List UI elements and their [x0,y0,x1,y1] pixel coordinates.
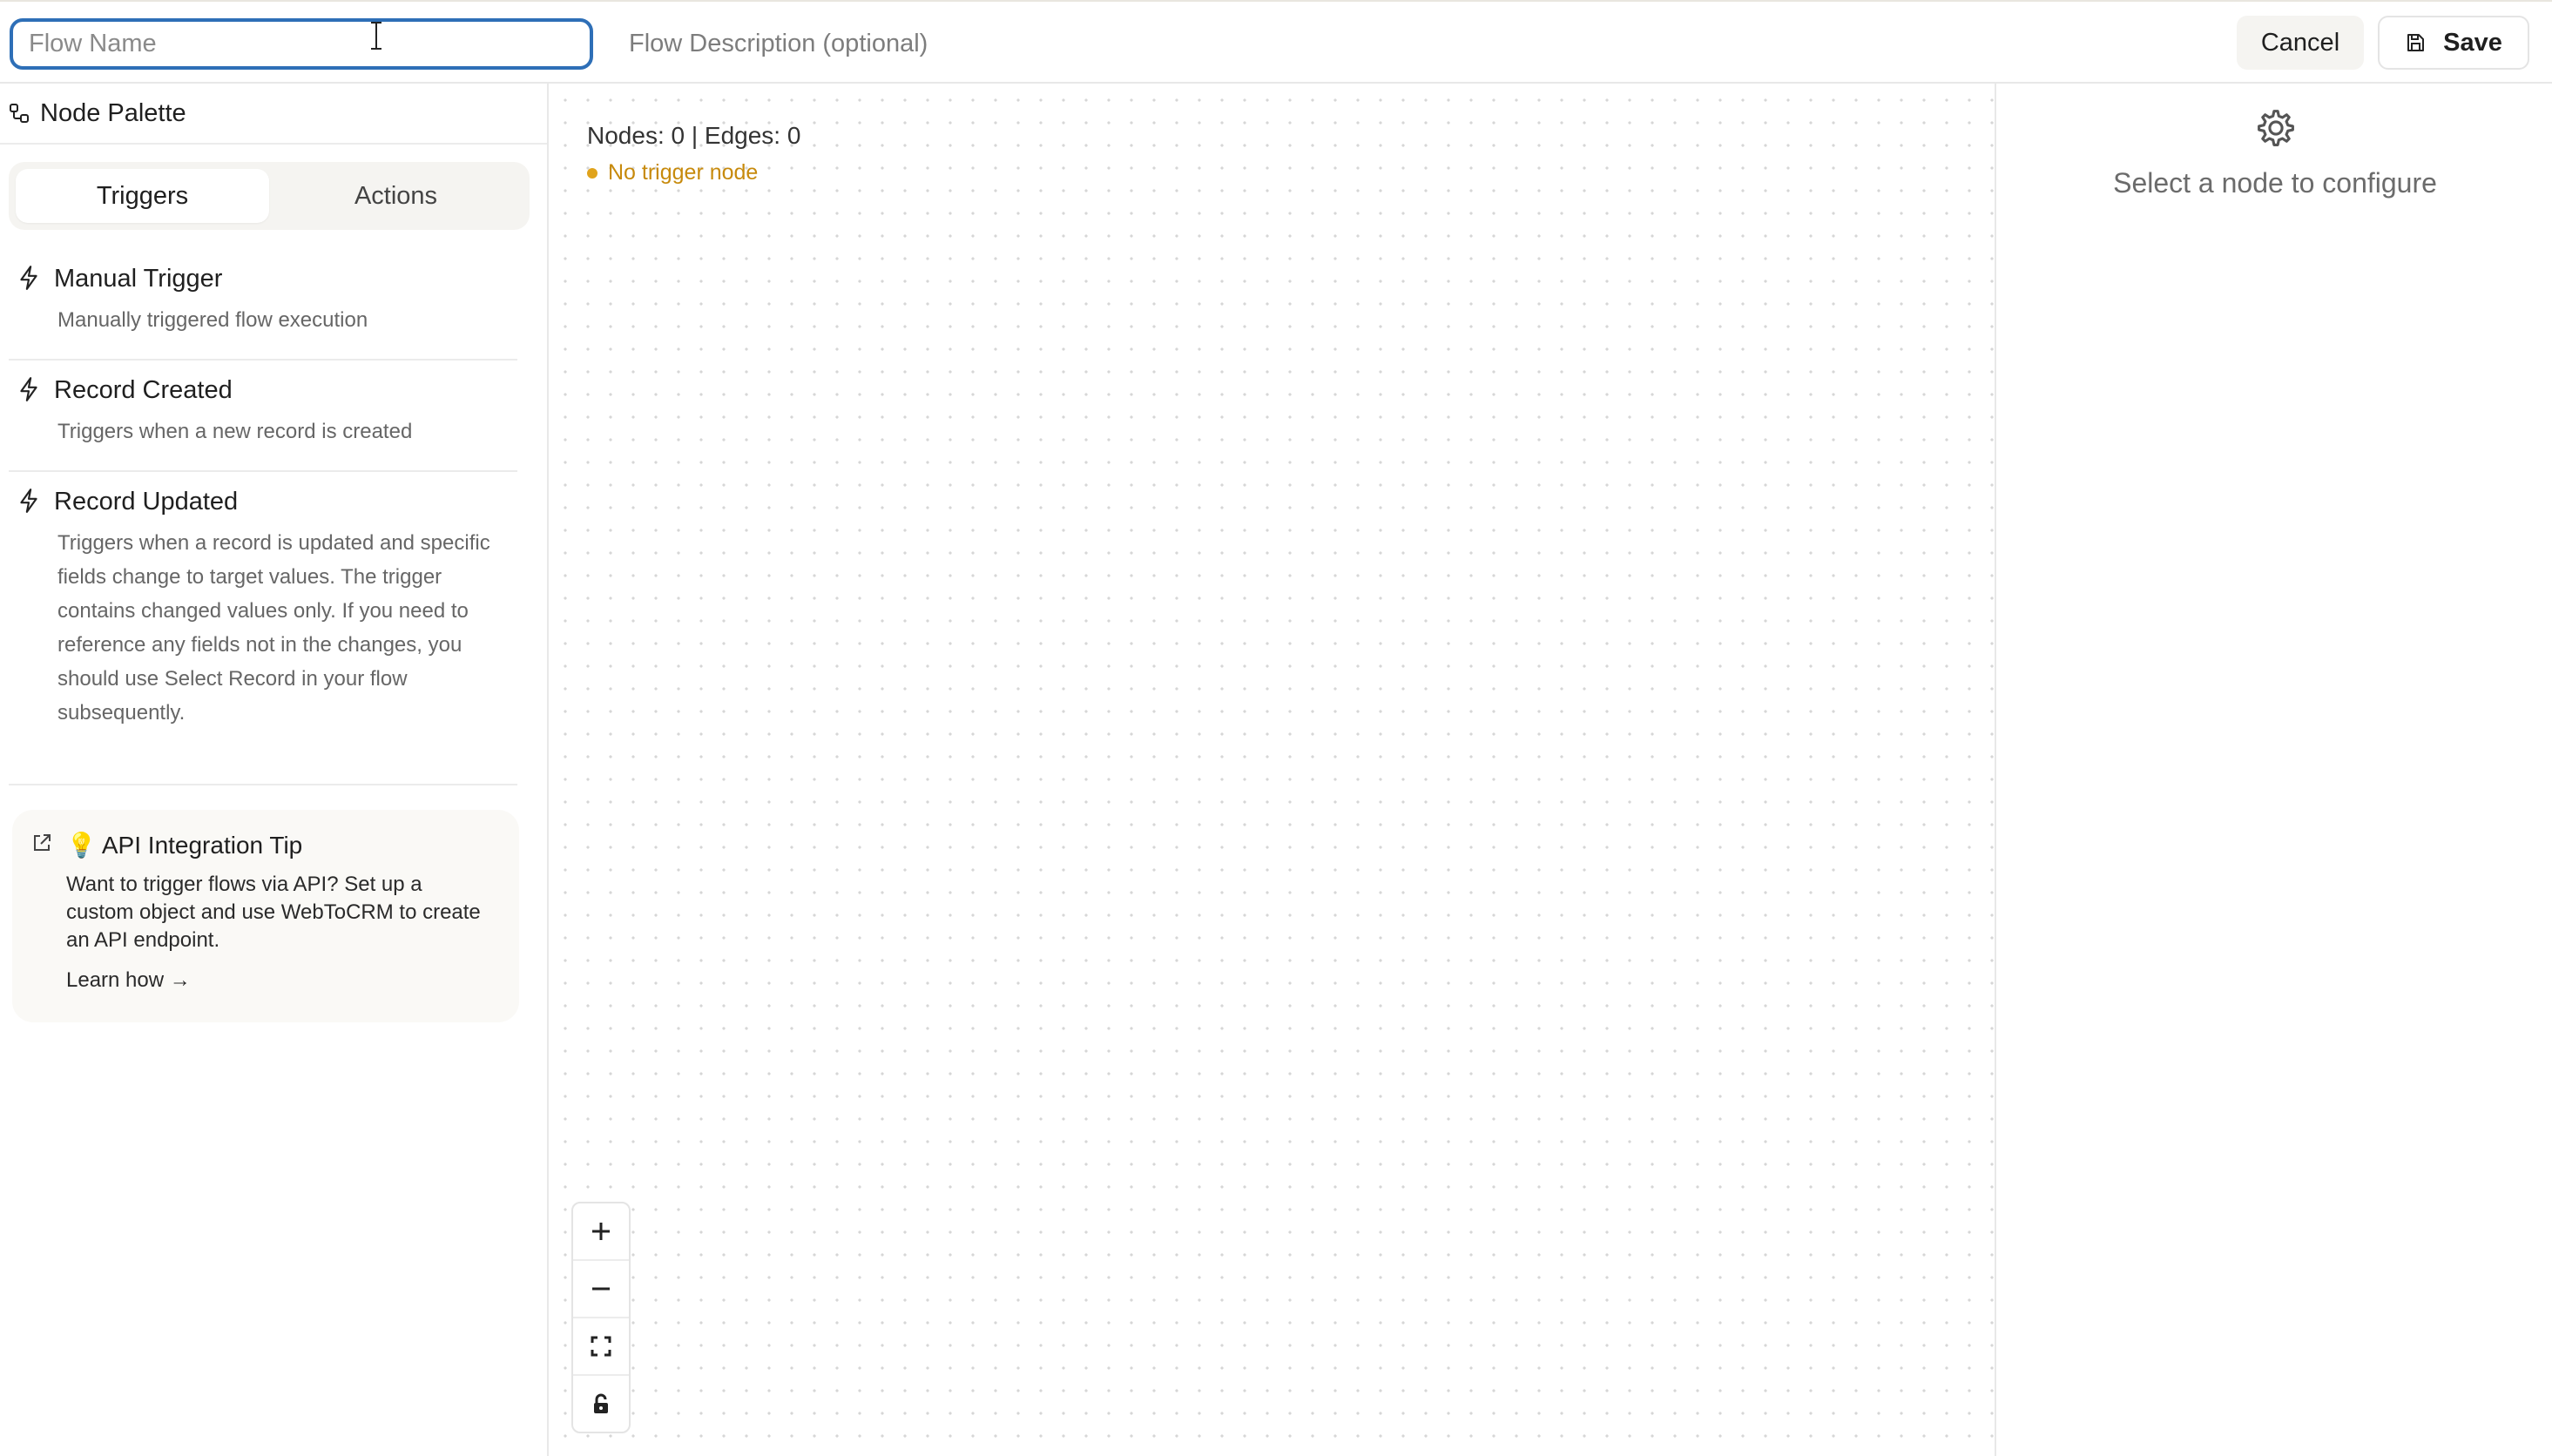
text-cursor-icon [371,22,381,50]
palette-tabs: Triggers Actions [9,162,530,230]
palette-item-record-updated[interactable]: Record Updated Triggers when a record is… [17,486,517,730]
zoom-controls [571,1202,631,1433]
minus-icon [592,1287,610,1291]
node-edge-count: Nodes: 0 | Edges: 0 [587,122,801,149]
node-config-panel: Select a node to configure [1995,84,2552,1456]
palette-item-record-created[interactable]: Record Created Triggers when a new recor… [17,374,517,448]
lock-icon [594,1393,608,1413]
flow-name-input[interactable] [10,18,593,70]
tab-triggers[interactable]: Triggers [16,169,269,223]
canvas-stats: Nodes: 0 | Edges: 0 No trigger node [587,122,800,185]
palette-item-description: Triggers when a new record is created [57,420,413,443]
top-bar: Cancel Save [0,0,2552,84]
divider [0,143,547,145]
palette-header: Node Palette [9,96,186,131]
trigger-warning-text: No trigger node [608,160,759,185]
palette-item-title: Record Created [54,376,233,404]
external-link-icon[interactable] [31,832,52,853]
fit-view-icon [591,1336,611,1357]
lightning-icon [20,377,37,401]
warning-dot-icon [587,167,597,179]
lightning-icon [20,266,37,290]
plus-icon [592,1223,610,1240]
palette-title: Node Palette [40,98,186,127]
palette-item-description: Manually triggered flow execution [57,308,368,332]
gear-icon [2258,110,2294,146]
palette-item-title: Record Updated [54,488,239,516]
fit-view-button[interactable] [573,1318,629,1376]
palette-item-title: Manual Trigger [54,265,223,293]
save-icon [2407,34,2425,51]
divider [9,784,517,785]
learn-how-link[interactable]: Learn how → [66,968,191,993]
lightbulb-icon: 💡 [66,832,97,859]
palette-item-description: Triggers when a record is updated and sp… [57,531,490,725]
trigger-warning: No trigger node [587,160,800,185]
tip-body: Want to trigger flows via API? Set up a … [66,873,481,952]
flow-canvas[interactable]: Nodes: 0 | Edges: 0 No trigger node [549,84,1995,1456]
save-button[interactable]: Save [2378,16,2529,70]
divider [9,359,517,361]
lightning-icon [20,489,37,513]
api-integration-tip: 💡 API Integration Tip Want to trigger fl… [12,810,519,1022]
palette-item-manual-trigger[interactable]: Manual Trigger Manually triggered flow e… [17,263,517,337]
tab-actions[interactable]: Actions [269,169,523,223]
tip-title: 💡 API Integration Tip [66,831,302,859]
zoom-in-button[interactable] [573,1203,629,1261]
zoom-out-button[interactable] [573,1261,629,1318]
tip-title-text: API Integration Tip [101,831,303,859]
save-button-label: Save [2443,28,2502,57]
divider [9,470,517,472]
config-empty-text: Select a node to configure [2113,167,2437,199]
lock-button[interactable] [573,1376,629,1432]
workflow-icon [10,104,29,123]
flow-description-input[interactable] [611,18,1395,70]
node-palette: Node Palette Triggers Actions Manual Tri… [0,84,549,1456]
cancel-button[interactable]: Cancel [2237,16,2364,70]
